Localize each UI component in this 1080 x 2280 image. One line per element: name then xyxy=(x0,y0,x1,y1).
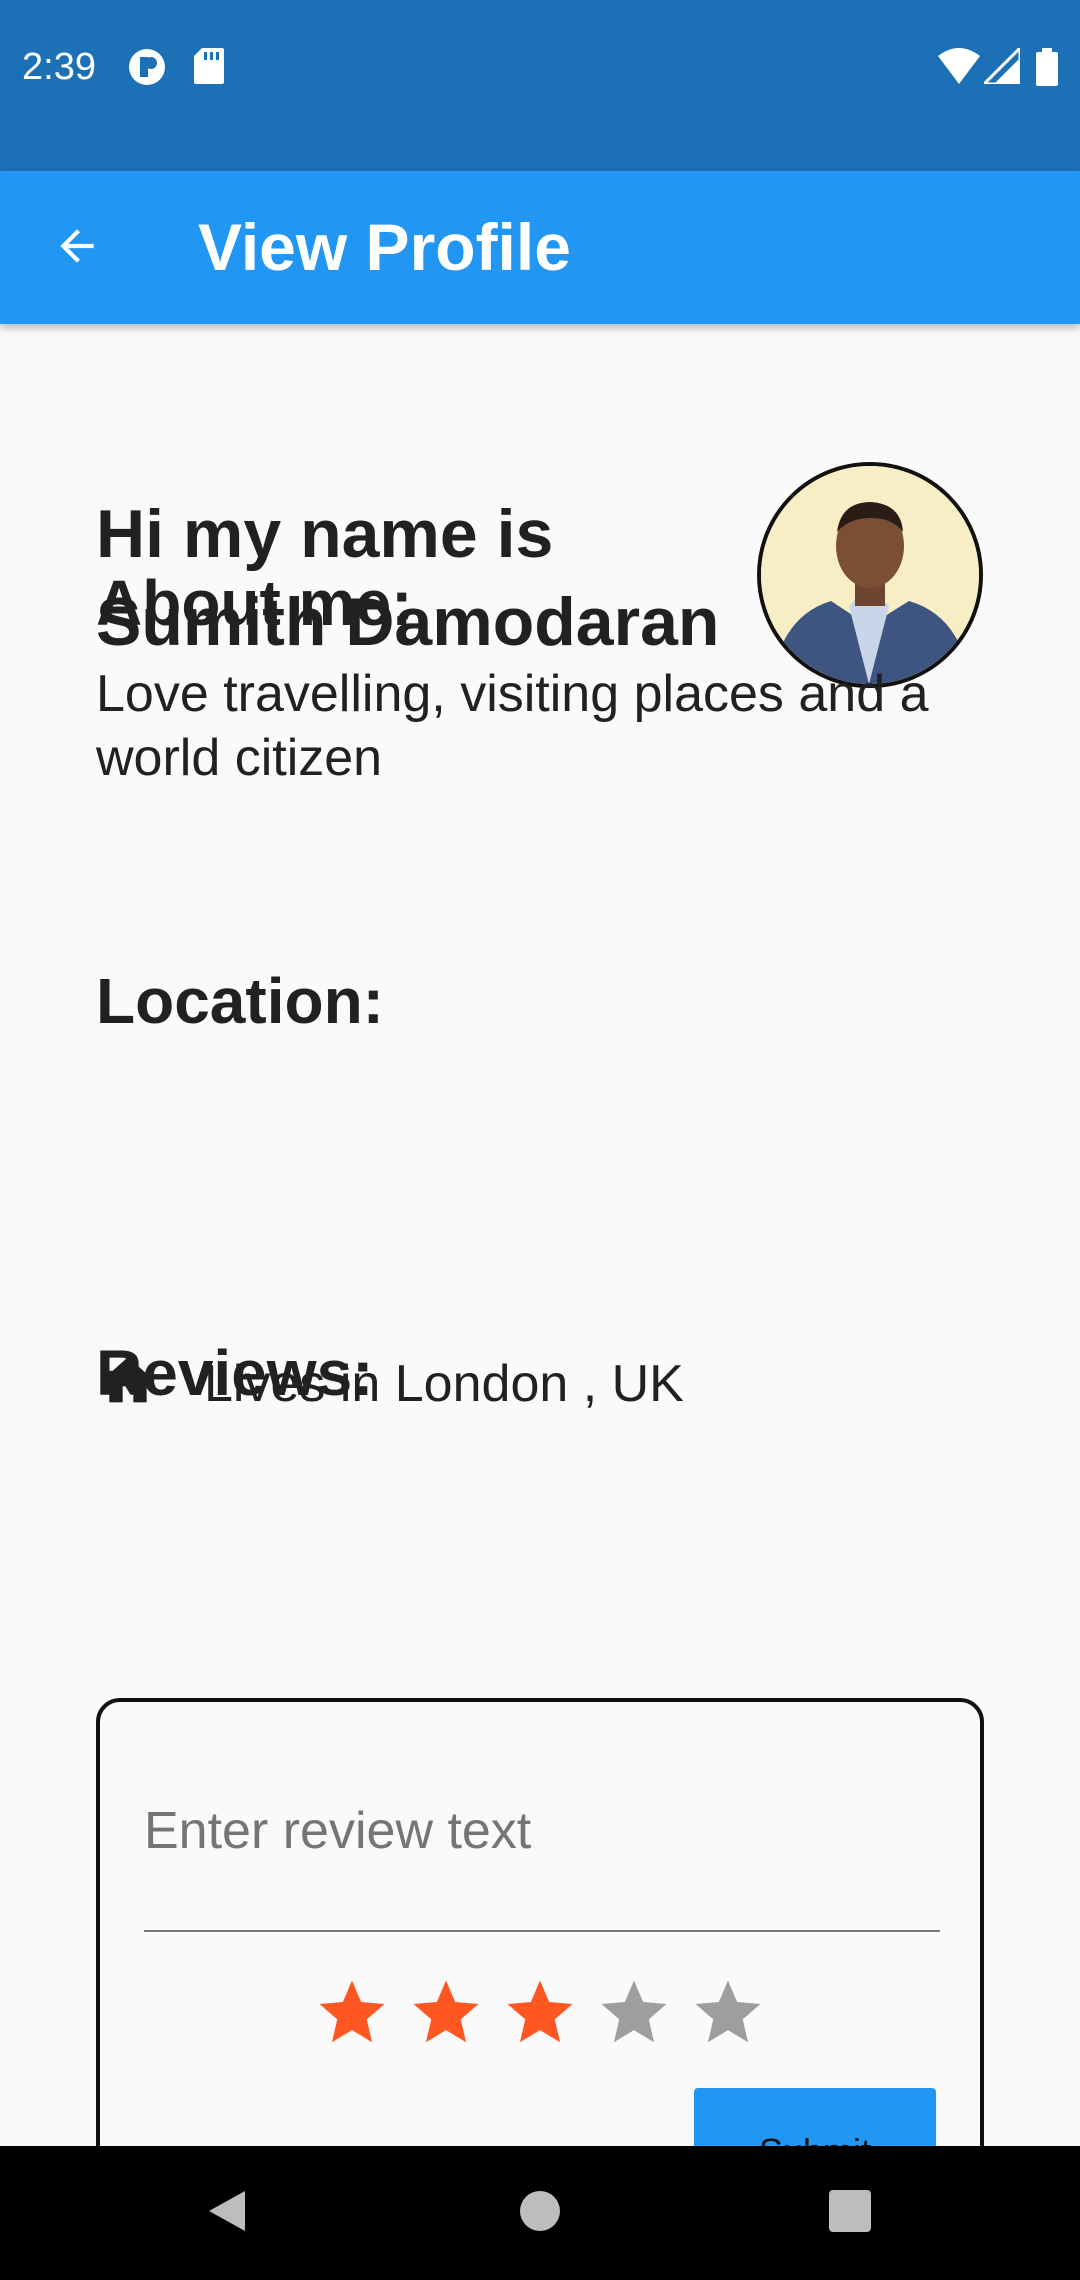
star-filled-icon[interactable] xyxy=(501,1974,579,2052)
nav-home-button[interactable] xyxy=(503,2176,577,2250)
star-rating[interactable] xyxy=(100,1974,980,2052)
sd-card-icon xyxy=(194,48,224,89)
battery-icon xyxy=(1036,48,1058,91)
app-bar: View Profile xyxy=(0,171,1080,324)
star-filled-icon[interactable] xyxy=(407,1974,485,2052)
nav-recents-button[interactable] xyxy=(813,2176,887,2250)
signal-icon xyxy=(980,44,1022,89)
status-time: 2:39 xyxy=(22,46,96,88)
page-title: View Profile xyxy=(198,210,571,284)
nav-home-icon xyxy=(519,2190,561,2237)
nav-back-icon xyxy=(205,2187,249,2240)
review-form: Submit xyxy=(96,1698,984,2146)
nav-back-button[interactable] xyxy=(190,2176,264,2250)
submit-button[interactable]: Submit xyxy=(694,2088,936,2146)
status-bar: 2:39 xyxy=(0,0,1080,171)
star-filled-icon[interactable] xyxy=(313,1974,391,2052)
navigation-bar xyxy=(0,2146,1080,2280)
notification-app-icon xyxy=(128,48,166,91)
profile-content[interactable]: Hi my name is Sumith Damodaran About me:… xyxy=(0,324,1080,2146)
review-text-input[interactable] xyxy=(144,1772,940,1932)
avatar xyxy=(757,462,983,688)
location-heading: Location: xyxy=(96,965,384,1037)
wifi-icon xyxy=(938,48,980,89)
reviews-heading: Reviews: xyxy=(96,1337,374,1409)
about-text: Love travelling, visiting places and a w… xyxy=(96,665,929,787)
star-empty-icon[interactable] xyxy=(689,1974,767,2052)
greeting-line-1: Hi my name is xyxy=(96,496,554,572)
star-empty-icon[interactable] xyxy=(595,1974,673,2052)
arrow-back-icon xyxy=(52,221,102,276)
nav-recents-icon xyxy=(829,2189,871,2237)
about-heading: About me: xyxy=(96,567,413,639)
back-button[interactable] xyxy=(40,211,114,285)
